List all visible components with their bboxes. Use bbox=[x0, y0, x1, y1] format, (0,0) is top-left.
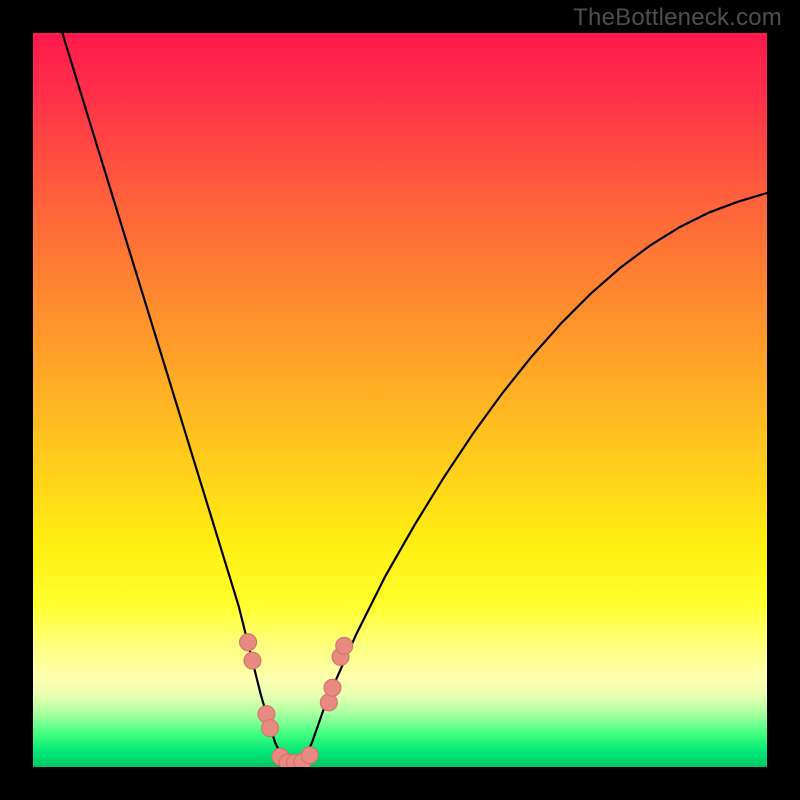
curve-marker bbox=[262, 720, 279, 737]
curve-marker bbox=[240, 634, 257, 651]
chart-frame: TheBottleneck.com bbox=[0, 0, 800, 800]
watermark-text: TheBottleneck.com bbox=[573, 4, 782, 32]
curve-marker bbox=[336, 637, 353, 654]
gradient-background bbox=[33, 33, 767, 767]
curve-marker bbox=[324, 679, 341, 696]
bottleneck-chart bbox=[0, 0, 800, 800]
curve-marker bbox=[320, 694, 337, 711]
curve-marker bbox=[244, 652, 261, 669]
curve-marker bbox=[301, 747, 318, 764]
